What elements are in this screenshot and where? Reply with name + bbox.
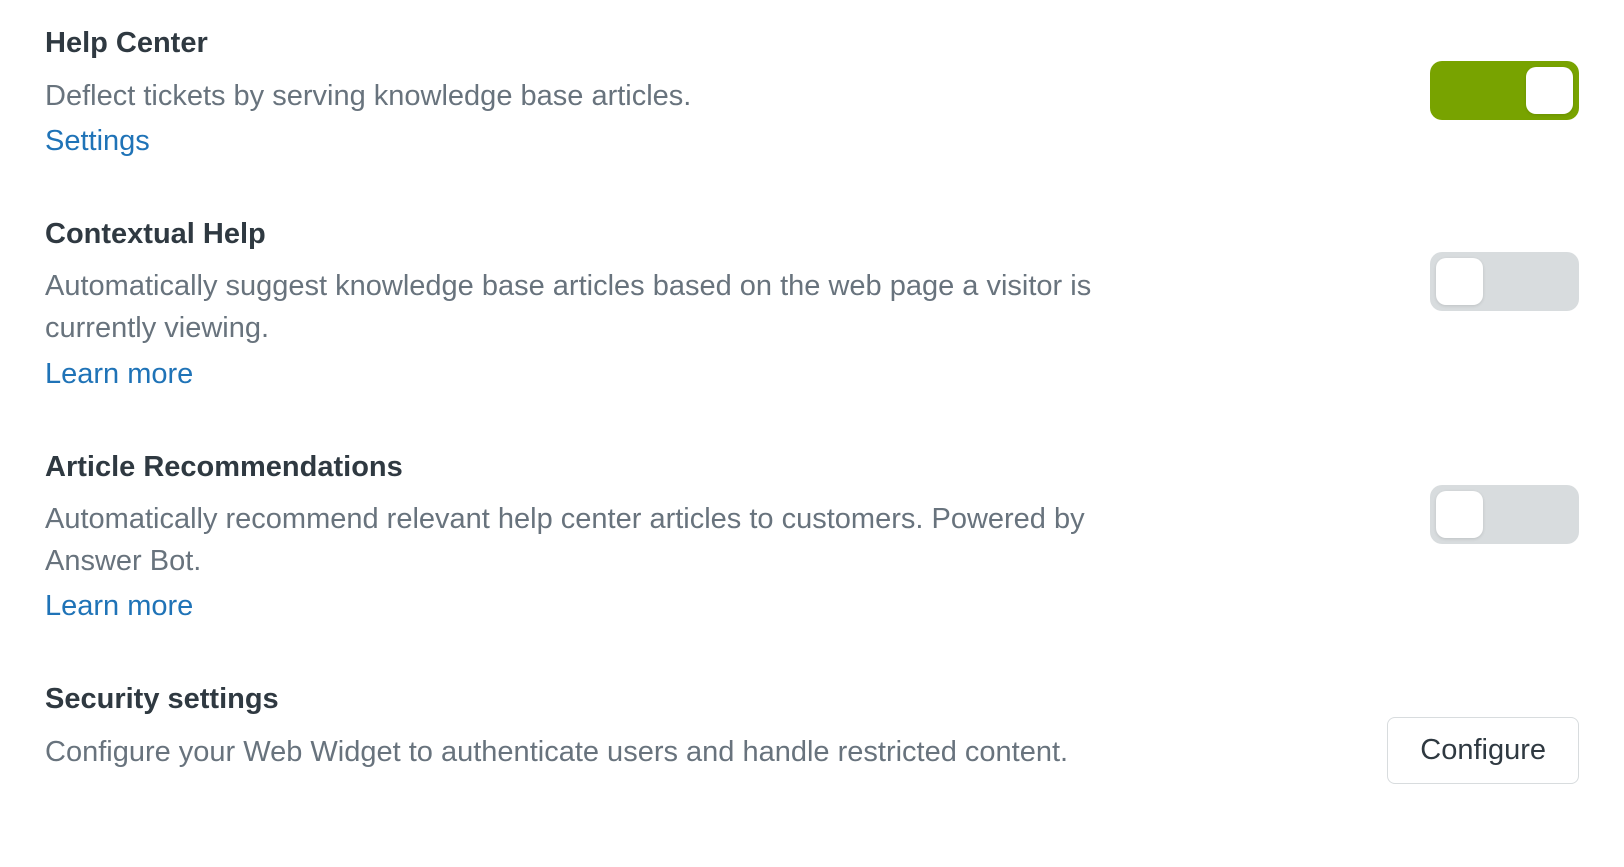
setting-content: Security settings Configure your Web Wid… (45, 681, 1135, 781)
setting-control (1430, 25, 1579, 120)
setting-title: Contextual Help (45, 216, 1135, 254)
setting-title: Article Recommendations (45, 449, 1135, 487)
toggle-knob (1436, 491, 1483, 538)
toggle-knob (1526, 67, 1573, 114)
setting-control (1430, 216, 1579, 311)
setting-title: Help Center (45, 25, 1135, 63)
setting-description: Automatically suggest knowledge base art… (45, 265, 1135, 349)
setting-row-contextual-help: Contextual Help Automatically suggest kn… (45, 216, 1579, 391)
settings-link[interactable]: Settings (45, 125, 150, 158)
learn-more-link[interactable]: Learn more (45, 590, 193, 623)
configure-button[interactable]: Configure (1387, 717, 1579, 784)
contextual-help-toggle[interactable] (1430, 252, 1579, 311)
learn-more-link[interactable]: Learn more (45, 358, 193, 391)
setting-description: Automatically recommend relevant help ce… (45, 498, 1135, 582)
setting-content: Contextual Help Automatically suggest kn… (45, 216, 1135, 391)
setting-content: Help Center Deflect tickets by serving k… (45, 25, 1135, 158)
setting-description: Configure your Web Widget to authenticat… (45, 731, 1135, 773)
toggle-knob (1436, 258, 1483, 305)
setting-row-help-center: Help Center Deflect tickets by serving k… (45, 25, 1579, 158)
setting-content: Article Recommendations Automatically re… (45, 449, 1135, 624)
setting-control (1430, 449, 1579, 544)
article-recommendations-toggle[interactable] (1430, 485, 1579, 544)
setting-row-article-recommendations: Article Recommendations Automatically re… (45, 449, 1579, 624)
help-center-toggle[interactable] (1430, 61, 1579, 120)
setting-row-security-settings: Security settings Configure your Web Wid… (45, 681, 1579, 784)
setting-title: Security settings (45, 681, 1135, 719)
setting-description: Deflect tickets by serving knowledge bas… (45, 75, 1135, 117)
setting-control: Configure (1387, 681, 1579, 784)
